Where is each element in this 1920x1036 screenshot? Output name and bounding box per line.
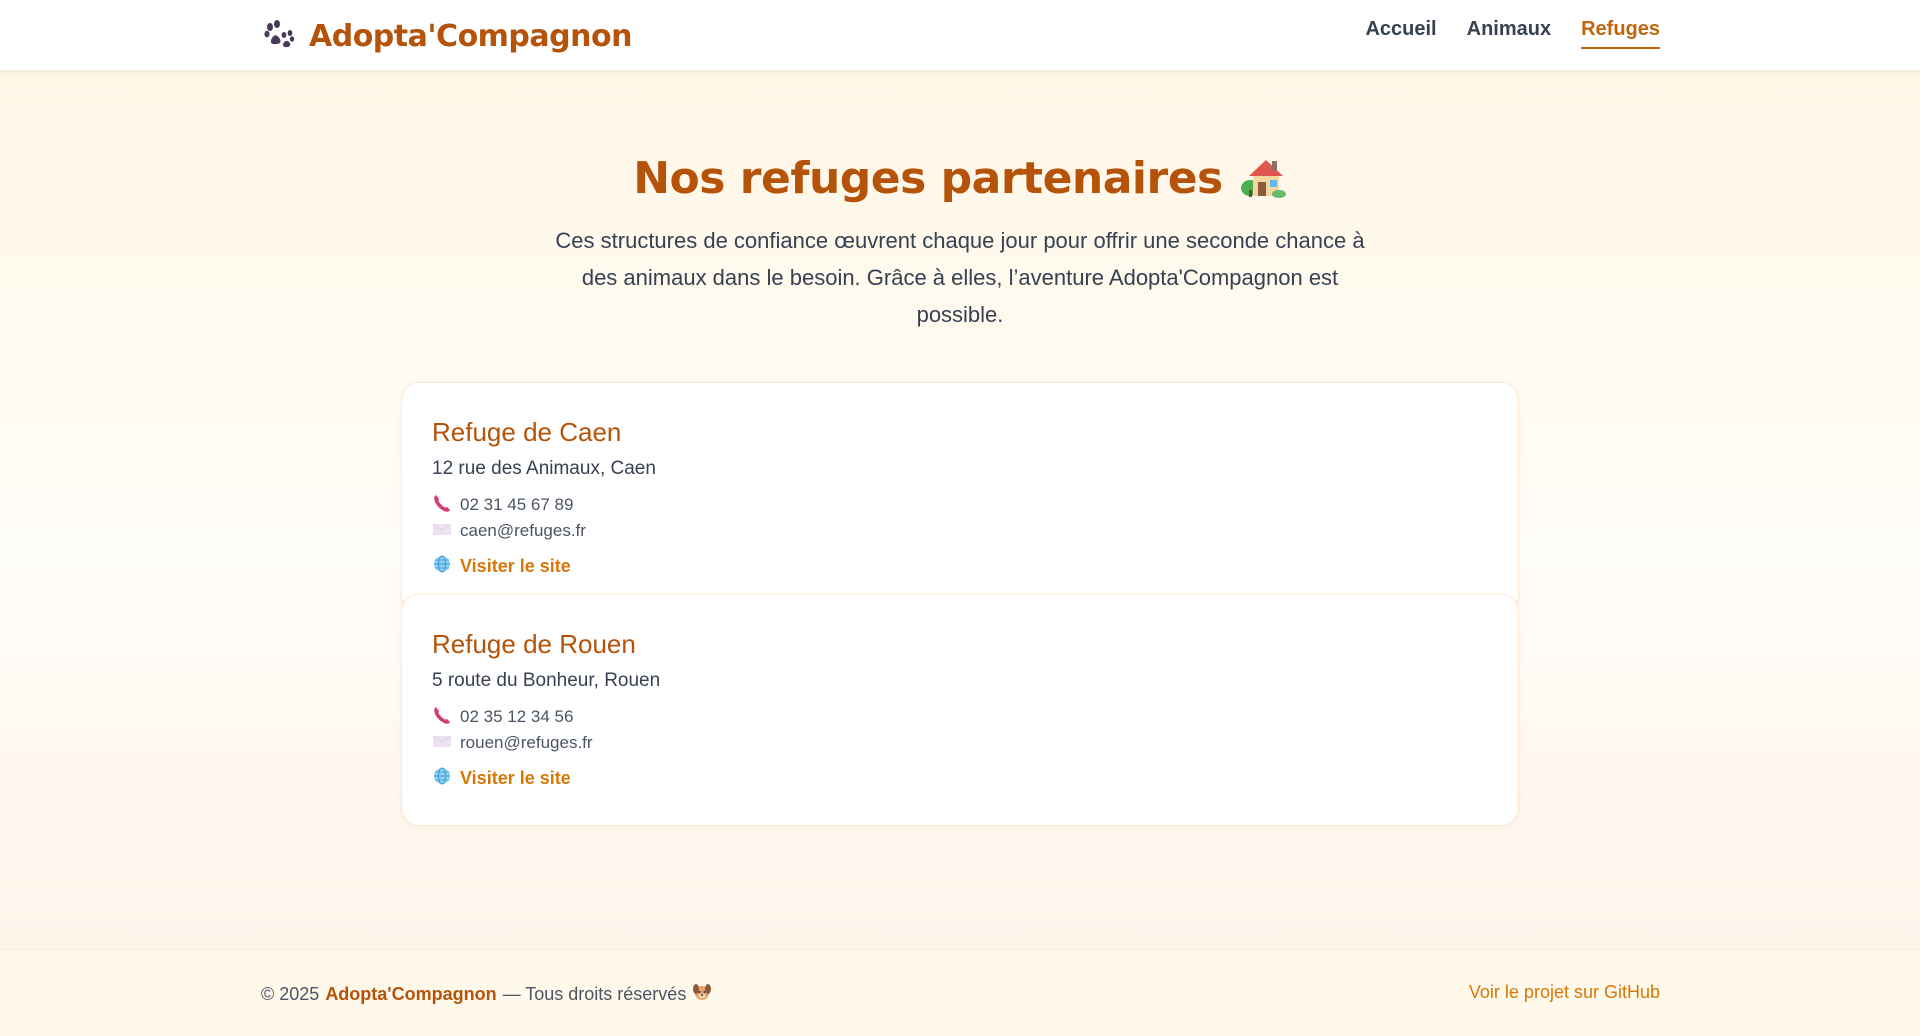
house-icon xyxy=(1239,154,1287,203)
shelter-phone: 02 31 45 67 89 xyxy=(432,492,1488,518)
email-address: caen@refuges.fr xyxy=(460,521,586,540)
shelter-card-caen: Refuge de Caen 12 rue des Animaux, Caen … xyxy=(401,382,1519,614)
page-title: Nos refuges partenaires xyxy=(633,153,1223,204)
phone-icon xyxy=(432,705,452,730)
shelter-name: Refuge de Rouen xyxy=(432,629,636,659)
nav-link-animaux[interactable]: Animaux xyxy=(1467,18,1551,49)
globe-icon xyxy=(432,554,452,579)
shelter-address: 5 route du Bonheur, Rouen xyxy=(432,670,661,691)
email-address: rouen@refuges.fr xyxy=(460,733,593,752)
footer-copyright: © 2025 Adopta'Compagnon — Tous droits ré… xyxy=(261,982,712,1007)
paw-icon xyxy=(263,18,295,55)
dog-face-icon xyxy=(692,982,712,1007)
visit-site-link[interactable]: Visiter le site xyxy=(460,768,571,789)
shelter-website: Visiter le site xyxy=(432,554,1488,579)
shelter-name: Refuge de Caen xyxy=(432,417,622,447)
copyright-year: © 2025 xyxy=(261,984,320,1004)
envelope-icon xyxy=(432,519,452,544)
phone-number: 02 35 12 34 56 xyxy=(460,707,574,726)
main-content: Nos refuges partenaires Ces structures d… xyxy=(0,70,1920,949)
shelter-address: 12 rue des Animaux, Caen xyxy=(432,458,656,479)
envelope-icon xyxy=(432,731,452,756)
page-subtitle: Ces structures de confiance œuvrent chaq… xyxy=(555,228,1365,327)
shelter-email: rouen@refuges.fr xyxy=(432,730,1488,756)
shelter-card-rouen: Refuge de Rouen 5 route du Bonheur, Roue… xyxy=(401,594,1519,826)
phone-number: 02 31 45 67 89 xyxy=(460,495,574,514)
shelter-website: Visiter le site xyxy=(432,766,1488,791)
rights-text: — Tous droits réservés xyxy=(502,984,687,1004)
phone-icon xyxy=(432,493,452,518)
nav-link-refuges[interactable]: Refuges xyxy=(1581,18,1660,49)
shelter-email: caen@refuges.fr xyxy=(432,518,1488,544)
main-nav: Accueil Animaux Refuges xyxy=(1365,18,1660,49)
nav-link-accueil[interactable]: Accueil xyxy=(1365,18,1436,49)
shelter-phone: 02 35 12 34 56 xyxy=(432,704,1488,730)
brand-name: Adopta'Compagnon xyxy=(309,18,632,54)
globe-icon xyxy=(432,766,452,791)
site-header: Adopta'Compagnon Accueil Animaux Refuges xyxy=(0,0,1920,70)
visit-site-link[interactable]: Visiter le site xyxy=(460,556,571,577)
github-link[interactable]: Voir le projet sur GitHub xyxy=(1469,982,1660,1003)
site-footer: © 2025 Adopta'Compagnon — Tous droits ré… xyxy=(0,949,1920,1036)
brand-logo-link[interactable]: Adopta'Compagnon xyxy=(263,14,632,58)
title-row: Nos refuges partenaires xyxy=(0,153,1920,204)
footer-brand: Adopta'Compagnon xyxy=(325,984,497,1004)
